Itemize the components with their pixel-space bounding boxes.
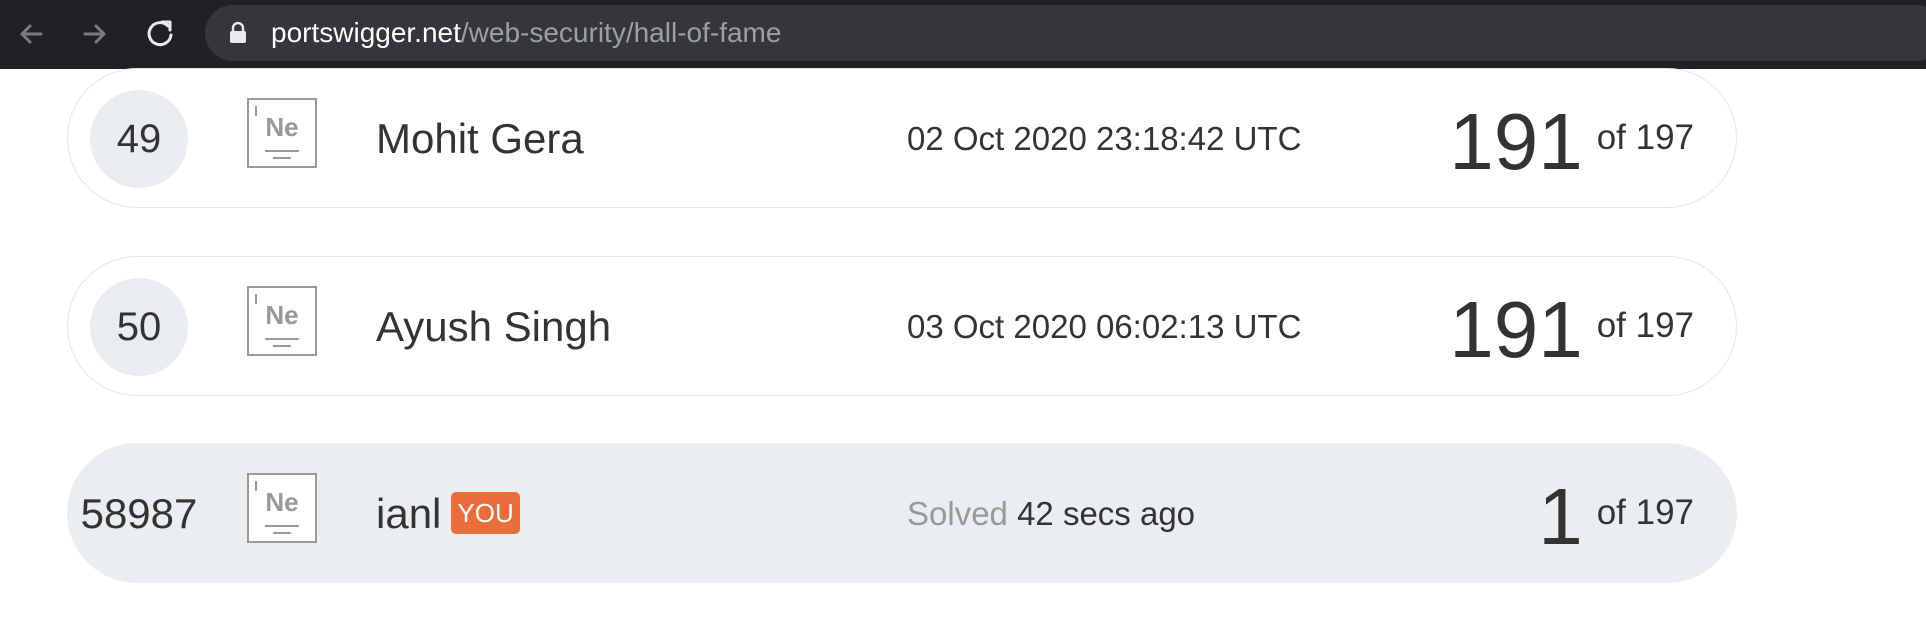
- completion-date: 02 Oct 2020 23:18:42 UTC: [907, 120, 1302, 157]
- leaderboard-row: 50 Ne Ayush Singh 03 Oct 2020 06:02:13 U…: [67, 256, 1737, 396]
- completion-date: 03 Oct 2020 06:02:13 UTC: [907, 308, 1302, 345]
- url-path: /web-security/hall-of-fame: [460, 17, 782, 48]
- you-badge: YOU: [451, 492, 520, 534]
- your-name: ianl YOU: [376, 491, 520, 537]
- back-button[interactable]: [11, 14, 51, 54]
- your-row: 58987 Ne ianl YOU Solved 42 secs ago 1 of …: [67, 443, 1737, 583]
- score-total: of 197: [1596, 118, 1694, 157]
- score: 191 of 197: [1449, 93, 1694, 187]
- score-value: 191: [1449, 285, 1583, 374]
- arrow-left-icon: [20, 24, 43, 44]
- browser-toolbar: portswigger.net/web-security/hall-of-fam…: [0, 0, 1926, 69]
- reload-button[interactable]: [140, 14, 180, 54]
- your-rank: 58987: [80, 490, 198, 537]
- element-symbol: Ne: [265, 112, 299, 142]
- neon-element-icon: Ne: [247, 286, 317, 356]
- score-total: of 197: [1596, 493, 1694, 532]
- reload-icon: [147, 20, 173, 47]
- score: 191 of 197: [1449, 281, 1694, 375]
- leaderboard-row: 49 Ne Mohit Gera 02 Oct 2020 23:18:42 UT…: [67, 68, 1737, 208]
- score-total: of 197: [1596, 306, 1694, 345]
- player-name: Mohit Gera: [376, 115, 584, 162]
- player-name: ianl: [376, 490, 442, 537]
- element-symbol: Ne: [265, 300, 299, 330]
- element-symbol: Ne: [265, 487, 299, 517]
- score-value: 191: [1449, 97, 1583, 186]
- neon-element-icon: Ne: [247, 473, 317, 543]
- score-value: 1: [1538, 472, 1583, 561]
- rank-badge: 49: [90, 90, 188, 188]
- player-name: Ayush Singh: [376, 303, 612, 350]
- lock-icon: [230, 22, 246, 43]
- arrow-right-icon: [83, 24, 106, 44]
- neon-element-icon: Ne: [247, 98, 317, 168]
- url-text: portswigger.net/web-security/hall-of-fam…: [271, 18, 781, 48]
- address-bar[interactable]: portswigger.net/web-security/hall-of-fam…: [205, 5, 1926, 61]
- url-host: portswigger.net: [271, 17, 461, 48]
- forward-button[interactable]: [75, 14, 115, 54]
- rank-badge: 50: [90, 278, 188, 376]
- score: 1 of 197: [1538, 468, 1694, 562]
- solved-ago: 42 secs ago: [1017, 495, 1196, 532]
- solved-label: Solved: [907, 495, 1008, 532]
- solved-time: Solved 42 secs ago: [907, 496, 1195, 532]
